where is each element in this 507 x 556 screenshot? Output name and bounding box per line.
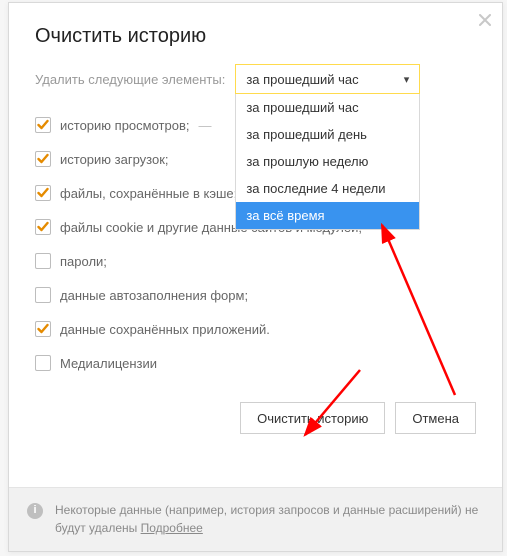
time-range-select-button[interactable]: за прошедший час ▾: [235, 64, 420, 94]
time-range-option[interactable]: за прошлую неделю: [236, 148, 419, 175]
info-icon: i: [27, 503, 43, 519]
item-label: пароли;: [60, 254, 107, 269]
footer-note: i Некоторые данные (например, история за…: [9, 487, 502, 551]
clear-button[interactable]: Очистить историю: [240, 402, 385, 434]
time-range-value: за прошедший час: [246, 72, 358, 87]
close-icon[interactable]: [476, 11, 494, 29]
checkbox[interactable]: [35, 287, 51, 303]
time-range-select[interactable]: за прошедший час ▾ за прошедший часза пр…: [235, 64, 420, 94]
time-range-option[interactable]: за прошедший день: [236, 121, 419, 148]
delete-range-label: Удалить следующие элементы:: [35, 72, 225, 87]
list-item: пароли;: [35, 244, 476, 278]
chevron-down-icon: ▾: [404, 73, 410, 86]
time-range-option[interactable]: за последние 4 недели: [236, 175, 419, 202]
dialog-clear-history: Очистить историю Удалить следующие элеме…: [8, 2, 503, 552]
time-range-option[interactable]: за прошедший час: [236, 94, 419, 121]
item-label: данные автозаполнения форм;: [60, 288, 248, 303]
checkbox[interactable]: [35, 321, 51, 337]
time-range-option[interactable]: за всё время: [236, 202, 419, 229]
checkbox[interactable]: [35, 355, 51, 371]
checkbox[interactable]: [35, 117, 51, 133]
item-label: Медиалицензии: [60, 356, 157, 371]
list-item: Медиалицензии: [35, 346, 476, 380]
item-hint: —: [198, 118, 211, 133]
time-range-dropdown[interactable]: за прошедший часза прошедший деньза прош…: [235, 94, 420, 230]
checkbox[interactable]: [35, 151, 51, 167]
cancel-button[interactable]: Отмена: [395, 402, 476, 434]
checkbox[interactable]: [35, 219, 51, 235]
item-label: файлы, сохранённые в кэше;: [60, 186, 237, 201]
checkbox[interactable]: [35, 185, 51, 201]
item-label: данные сохранённых приложений.: [60, 322, 270, 337]
item-label: историю загрузок;: [60, 152, 169, 167]
page-title: Очистить историю: [9, 3, 502, 64]
footer-text: Некоторые данные (например, история запр…: [55, 503, 478, 534]
list-item: данные сохранённых приложений.: [35, 312, 476, 346]
checkbox[interactable]: [35, 253, 51, 269]
list-item: данные автозаполнения форм;: [35, 278, 476, 312]
footer-more-link[interactable]: Подробнее: [141, 521, 203, 535]
item-label: историю просмотров;: [60, 118, 189, 133]
